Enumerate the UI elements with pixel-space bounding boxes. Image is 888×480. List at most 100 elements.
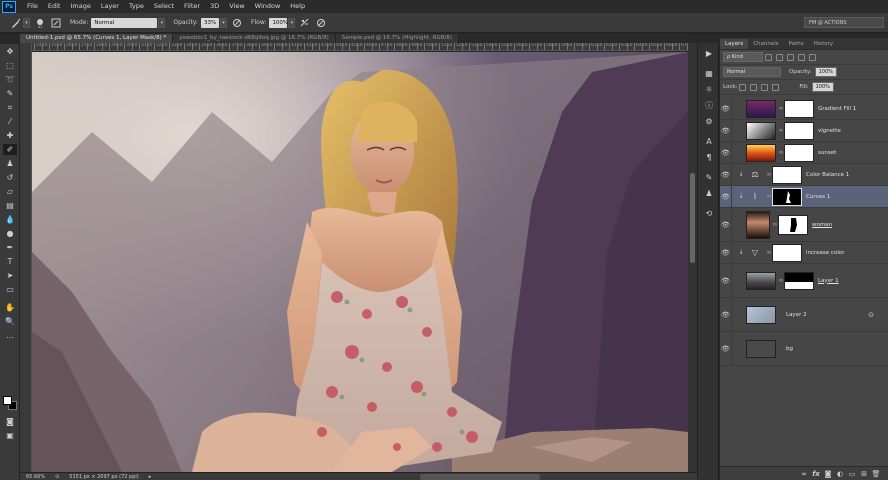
tab-untitled-1[interactable]: Untitled-1.psd @ 65.7% (Curves 1, Layer … <box>20 34 174 43</box>
eyedropper-tool-icon[interactable]: ⁄ <box>3 116 17 127</box>
quick-mask-icon[interactable]: ◙ <box>3 416 17 427</box>
filter-adjustment-icon[interactable] <box>776 53 783 61</box>
mode-dropdown-chevron[interactable]: ▾ <box>158 17 166 28</box>
layer-name[interactable]: vignette <box>818 128 841 134</box>
layer-name[interactable]: Gradient Fill 1 <box>818 106 856 112</box>
status-menu-icon[interactable]: ▸ <box>149 474 152 480</box>
visibility-eye-icon[interactable]: 👁 <box>720 186 732 207</box>
paragraph-panel-icon[interactable]: ¶ <box>702 151 716 163</box>
new-group-icon[interactable]: ▭ <box>846 468 858 480</box>
flow-dropdown-chevron[interactable]: ▾ <box>288 17 296 28</box>
menu-3d[interactable]: 3D <box>205 0 224 13</box>
pen-tool-icon[interactable]: ✒ <box>3 242 17 253</box>
status-info-icon[interactable]: ⊙ <box>55 474 59 480</box>
layer-mask-thumbnail[interactable] <box>778 214 808 235</box>
flow-field[interactable]: 100% <box>269 17 288 28</box>
clone-stamp-tool-icon[interactable]: ♟ <box>3 158 17 169</box>
menu-layer[interactable]: Layer <box>96 0 124 13</box>
hand-tool-icon[interactable]: ✋ <box>3 302 17 313</box>
layer-mask-thumbnail[interactable] <box>784 271 814 290</box>
lock-position-icon[interactable] <box>761 83 769 91</box>
layer-mask-thumbnail[interactable] <box>784 99 814 118</box>
layer-row-curves-1[interactable]: 👁 ↓ ⌇ ∞ Curves 1 <box>720 186 888 208</box>
visibility-eye-icon[interactable]: 👁 <box>720 298 732 331</box>
tab-yowebbc1[interactable]: yowebbc1_by_taeslock-d68q9oq.jpg @ 16.7%… <box>173 34 336 43</box>
color-panel-icon[interactable]: ▦ <box>702 67 716 79</box>
mode-select[interactable]: Normal <box>91 17 158 28</box>
delete-layer-icon[interactable]: 🗑 <box>870 468 882 480</box>
layer-name[interactable]: Curves 1 <box>806 194 830 200</box>
eraser-tool-icon[interactable]: ▱ <box>3 186 17 197</box>
tool-preset-dropdown[interactable]: ▾ <box>23 17 30 28</box>
lock-image-icon[interactable] <box>750 83 758 91</box>
menu-type[interactable]: Type <box>124 0 149 13</box>
foreground-color-swatch[interactable] <box>3 396 12 405</box>
layer-name[interactable]: increase color <box>806 250 844 256</box>
filter-shape-icon[interactable] <box>798 53 805 61</box>
filter-smart-object-icon[interactable] <box>809 53 816 61</box>
healing-brush-tool-icon[interactable]: ✚ <box>3 130 17 141</box>
lock-all-icon[interactable] <box>772 83 780 91</box>
layer-row-layer-1[interactable]: 👁 ∞ Layer 1 <box>720 264 888 298</box>
menu-window[interactable]: Window <box>250 0 286 13</box>
horizontal-scroll-thumb[interactable] <box>420 474 540 480</box>
visibility-eye-icon[interactable]: 👁 <box>720 208 732 241</box>
layer-row-woman[interactable]: 👁 ∞ woman <box>720 208 888 242</box>
layer-name[interactable]: Layer 2 <box>786 312 807 318</box>
new-adjustment-layer-icon[interactable]: ◐ <box>834 468 846 480</box>
gradient-tool-icon[interactable]: ▤ <box>3 200 17 211</box>
play-action-icon[interactable]: ▶ <box>702 47 716 59</box>
tab-layers[interactable]: Layers <box>720 39 749 49</box>
visibility-eye-icon[interactable]: 👁 <box>720 332 732 365</box>
visibility-eye-icon[interactable]: 👁 <box>720 142 732 163</box>
brush-presets-icon[interactable]: ✎ <box>702 171 716 183</box>
link-layers-icon[interactable]: ∞ <box>798 468 810 480</box>
vertical-scroll-thumb[interactable] <box>690 173 695 263</box>
horizontal-ruler[interactable]: 2450 2550 2650 2750 2850 2950 3050 3150 3250 3350… <box>32 43 688 51</box>
properties-panel-icon[interactable]: ⚙ <box>702 115 716 127</box>
pressure-size-icon[interactable] <box>315 17 327 29</box>
marquee-tool-icon[interactable]: ⬚ <box>3 60 17 71</box>
brush-panel-icon[interactable] <box>50 17 62 29</box>
menu-edit[interactable]: Edit <box>43 0 66 13</box>
brush-tool-icon[interactable] <box>10 17 22 29</box>
pressure-opacity-icon[interactable] <box>231 17 243 29</box>
layer-mask-thumbnail[interactable] <box>772 187 802 206</box>
layer-name[interactable]: Layer 1 <box>818 278 839 284</box>
zoom-level[interactable]: 65.66% <box>26 474 45 480</box>
add-mask-icon[interactable]: ◙ <box>822 468 834 480</box>
tab-history[interactable]: History <box>809 39 839 49</box>
layer-row-sunset[interactable]: 👁 ∞ sunset <box>720 142 888 164</box>
add-layer-style-icon[interactable]: fx <box>810 468 822 480</box>
tab-paths[interactable]: Paths <box>784 39 809 49</box>
layer-name[interactable]: sunset <box>818 150 836 156</box>
lock-transparent-icon[interactable] <box>739 83 747 91</box>
layer-row-vignette[interactable]: 👁 ∞ vignette <box>720 120 888 142</box>
menu-filter[interactable]: Filter <box>179 0 205 13</box>
menu-file[interactable]: File <box>22 0 43 13</box>
visibility-eye-icon[interactable]: 👁 <box>720 120 732 141</box>
fill-field[interactable]: 100% <box>811 82 834 92</box>
history-panel-icon[interactable]: ⟲ <box>702 207 716 219</box>
opacity-dropdown-chevron[interactable]: ▾ <box>220 17 228 28</box>
menu-select[interactable]: Select <box>149 0 179 13</box>
vertical-scrollbar[interactable] <box>688 43 697 472</box>
layer-mask-thumbnail[interactable] <box>772 243 802 262</box>
layer-mask-thumbnail[interactable] <box>772 165 802 184</box>
lasso-tool-icon[interactable]: ➰ <box>3 74 17 85</box>
layer-row-layer-2[interactable]: 👁 Layer 2 ⊙ <box>720 298 888 332</box>
opacity-field[interactable]: 33% <box>201 17 220 28</box>
layer-row-color-balance-1[interactable]: 👁 ↓ ⚖ ∞ Color Balance 1 <box>720 164 888 186</box>
filter-pixel-icon[interactable] <box>765 53 772 61</box>
quick-selection-tool-icon[interactable]: ✎ <box>3 88 17 99</box>
crop-tool-icon[interactable]: ⌗ <box>3 102 17 113</box>
layer-name[interactable]: woman <box>812 222 832 228</box>
adjustments-panel-icon[interactable]: ☼ <box>702 83 716 95</box>
layer-effects-icon[interactable]: ⊙ <box>868 311 874 319</box>
menu-image[interactable]: Image <box>65 0 95 13</box>
clone-source-icon[interactable]: ♟ <box>702 187 716 199</box>
shape-tool-icon[interactable]: ▭ <box>3 284 17 295</box>
visibility-eye-icon[interactable]: 👁 <box>720 164 732 185</box>
blur-tool-icon[interactable]: 💧 <box>3 214 17 225</box>
path-selection-tool-icon[interactable]: ➤ <box>3 270 17 281</box>
